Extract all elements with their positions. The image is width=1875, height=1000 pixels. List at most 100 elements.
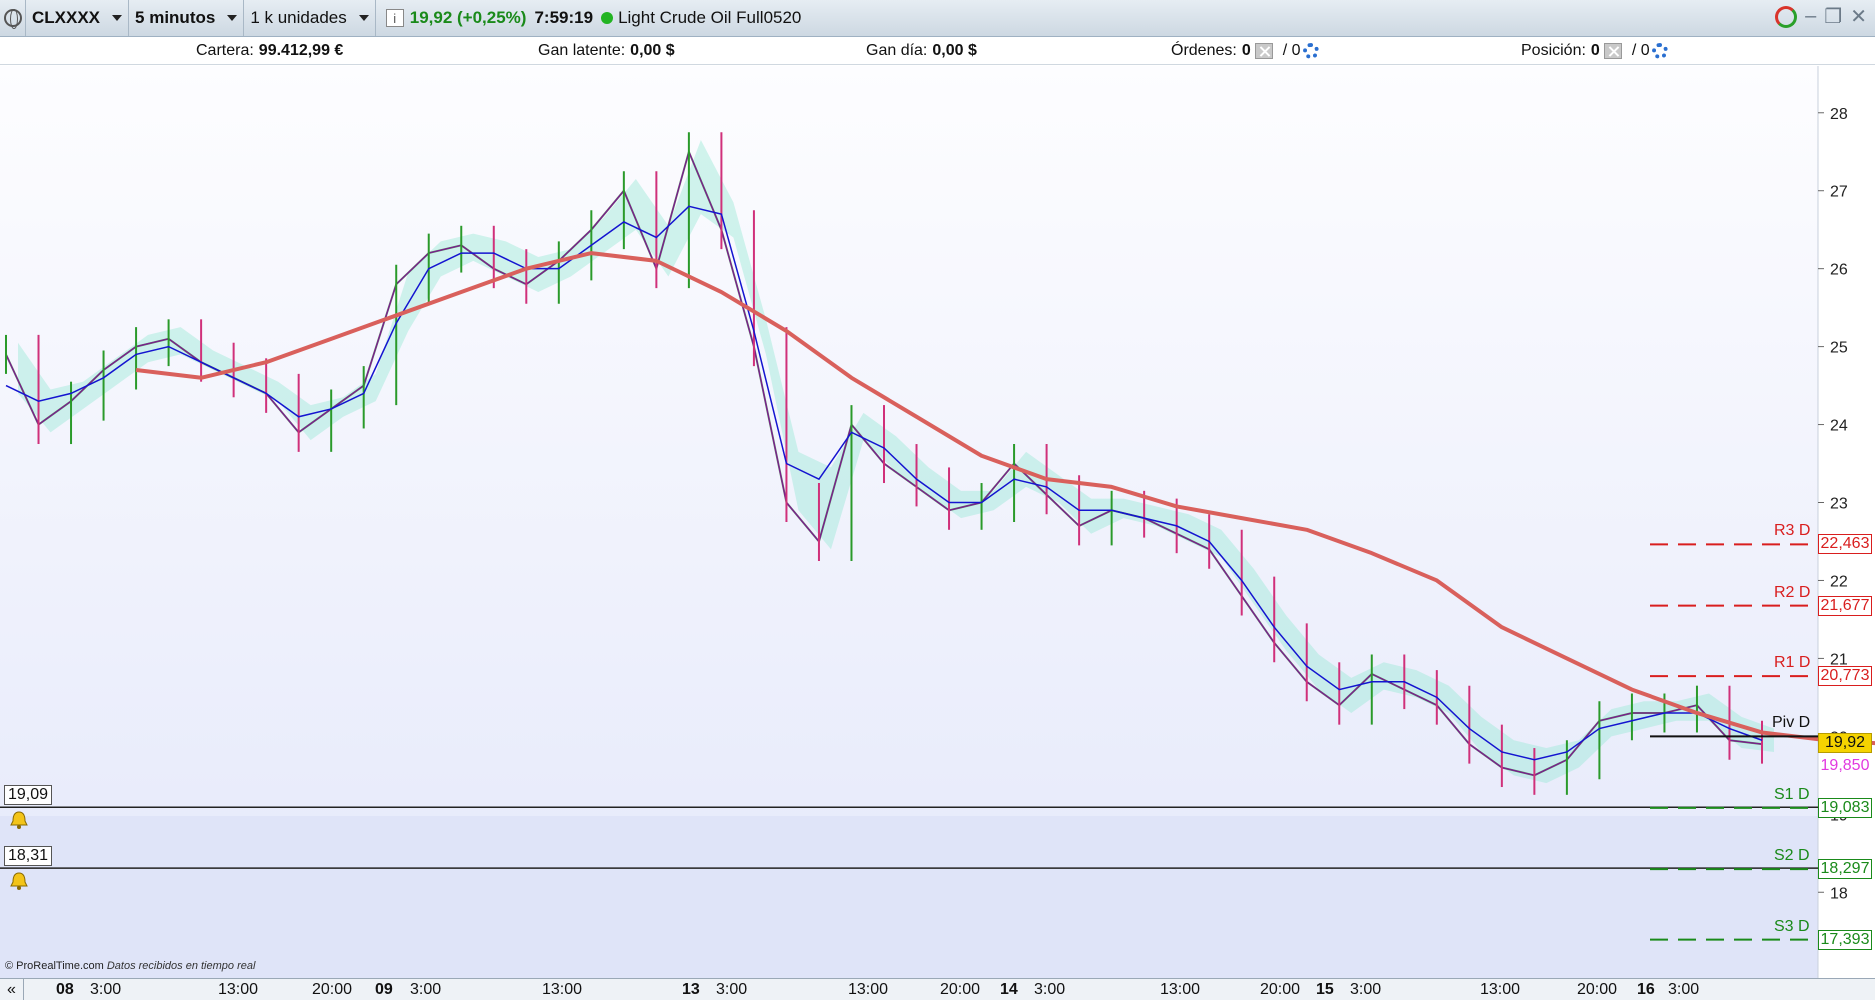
cancel-orders-icon[interactable] — [1254, 43, 1273, 59]
alert-level-tag[interactable]: 18,31 — [4, 846, 53, 867]
trading-app: CLXXXX 5 minutos 1 k unidades i 19,92 (+… — [0, 0, 1875, 1000]
gear-icon[interactable] — [1302, 43, 1319, 59]
time-axis-time-label: 3:00 — [410, 981, 442, 998]
portfolio-value: 99.412,99 € — [258, 42, 344, 59]
pivot-label: R1 D — [1774, 654, 1811, 672]
chevron-down-icon — [112, 15, 123, 21]
quote-time: 7:59:19 — [534, 8, 594, 27]
time-axis-time-label: 20:00 — [1577, 981, 1618, 998]
pivot-value-tag: 22,463 — [1818, 534, 1872, 555]
orders-label: Órdenes: — [1171, 42, 1237, 59]
time-axis-day-label: 09 — [375, 981, 393, 998]
time-axis[interactable]: « 08 3:00 13:00 20:00 09 3:00 13:00 13 3:00 13:00… — [0, 978, 1875, 1000]
daily-pl-value: 0,00 $ — [932, 42, 977, 59]
y-tick-label: 24 — [1830, 418, 1848, 435]
account-bar: Cartera: 99.412,99 € Gan latente: 0,00 $… — [0, 37, 1875, 65]
unrealized-pl-label: Gan latente: — [538, 42, 626, 59]
unrealized-pl-info: Gan latente: 0,00 $ — [538, 42, 675, 60]
position-total: / 0 — [1631, 42, 1650, 59]
close-position-icon[interactable] — [1603, 43, 1622, 59]
pivot-value-tag: 20,773 — [1818, 666, 1872, 687]
orders-count: 0 — [1241, 42, 1251, 59]
chart-canvas[interactable]: 1819202122232425262728 — [0, 66, 1875, 978]
globe-icon — [3, 9, 22, 29]
sync-icon[interactable] — [1775, 5, 1798, 28]
time-axis-time-label: 13:00 — [218, 981, 259, 998]
portfolio-label: Cartera: — [196, 42, 254, 59]
bell-icon[interactable] — [8, 871, 30, 891]
unrealized-pl-value: 0,00 $ — [630, 42, 675, 59]
gear-icon[interactable] — [1651, 43, 1668, 59]
timeframe-label: 5 minutos — [135, 8, 216, 27]
market-status-icon — [601, 12, 614, 24]
symbol-dropdown[interactable]: CLXXXX — [26, 0, 130, 36]
time-axis-time-label: 3:00 — [716, 981, 748, 998]
scroll-left-button[interactable]: « — [0, 979, 24, 1000]
minimize-button[interactable]: – — [1805, 5, 1816, 28]
secondary-price-tag: 19,850 — [1820, 757, 1870, 775]
time-axis-time-label: 13:00 — [1160, 981, 1201, 998]
bell-icon[interactable] — [8, 810, 30, 830]
y-tick-label: 18 — [1830, 885, 1848, 902]
pivot-label: Piv D — [1772, 714, 1811, 732]
toolbar: CLXXXX 5 minutos 1 k unidades i 19,92 (+… — [0, 0, 1875, 37]
time-axis-time-label: 3:00 — [1034, 981, 1066, 998]
pivot-value-tag: 21,677 — [1818, 595, 1872, 616]
units-label: 1 k unidades — [250, 8, 347, 27]
orders-total: / 0 — [1282, 42, 1301, 59]
time-axis-day-label: 08 — [56, 981, 74, 998]
time-axis-time-label: 20:00 — [312, 981, 353, 998]
data-source-note: © ProRealTime.com Datos recibidos en tie… — [5, 960, 255, 972]
time-axis-time-label: 3:00 — [1668, 981, 1700, 998]
restore-button[interactable]: ❐ — [1824, 4, 1842, 29]
units-dropdown[interactable]: 1 k unidades — [244, 0, 376, 36]
y-tick-label: 25 — [1830, 340, 1848, 357]
daily-pl-info: Gan día: 0,00 $ — [866, 42, 977, 60]
pivot-label: S1 D — [1774, 785, 1810, 803]
time-axis-day-label: 16 — [1637, 981, 1655, 998]
alert-zone — [0, 816, 1818, 978]
chevron-down-icon — [358, 15, 369, 21]
y-tick-label: 23 — [1830, 496, 1848, 513]
time-axis-day-label: 13 — [682, 981, 700, 998]
copyright-text: © ProRealTime.com — [5, 960, 104, 972]
time-axis-time-label: 13:00 — [542, 981, 583, 998]
pivot-label: R2 D — [1774, 583, 1811, 601]
pivot-label: R3 D — [1774, 522, 1811, 540]
price-chart[interactable]: 1819202122232425262728 19,0918,31 R3 D22… — [0, 66, 1875, 978]
time-axis-time-label: 20:00 — [940, 981, 981, 998]
price-axis: 1819202122232425262728 — [1818, 106, 1848, 902]
pivot-value-tag: 18,297 — [1818, 859, 1872, 880]
globe-button[interactable] — [0, 0, 26, 36]
position-count: 0 — [1590, 42, 1600, 59]
alert-level-tag[interactable]: 19,09 — [4, 785, 53, 806]
time-axis-day-label: 15 — [1316, 981, 1334, 998]
pivot-label: S2 D — [1774, 847, 1810, 865]
time-axis-time-label: 20:00 — [1260, 981, 1301, 998]
chevron-down-icon — [227, 15, 238, 21]
realtime-text: Datos recibidos en tiempo real — [106, 960, 256, 972]
portfolio-info: Cartera: 99.412,99 € — [196, 42, 343, 60]
pivot-value-tag: 19,083 — [1818, 797, 1872, 818]
close-button[interactable]: ✕ — [1850, 4, 1867, 29]
info-icon[interactable]: i — [385, 9, 404, 27]
window-controls: – ❐ ✕ — [1775, 4, 1867, 29]
quote-info: i 19,92 (+0,25%) 7:59:19 Light Crude Oil… — [376, 0, 808, 36]
bell-clapper — [17, 825, 21, 830]
pivot-label: S3 D — [1774, 917, 1810, 935]
time-axis-time-label: 13:00 — [1480, 981, 1521, 998]
time-axis-time-label: 3:00 — [90, 981, 122, 998]
y-tick-label: 26 — [1830, 262, 1848, 279]
bell-clapper — [17, 886, 21, 891]
pivot-value-tag: 17,393 — [1818, 929, 1872, 950]
y-tick-label: 28 — [1830, 106, 1848, 123]
time-axis-time-label: 13:00 — [848, 981, 889, 998]
bell-body — [10, 872, 28, 887]
daily-pl-label: Gan día: — [866, 42, 928, 59]
timeframe-dropdown[interactable]: 5 minutos — [129, 0, 245, 36]
time-axis-day-label: 14 — [1000, 981, 1018, 998]
position-label: Posición: — [1521, 42, 1586, 59]
time-axis-time-label: 3:00 — [1350, 981, 1382, 998]
symbol-label: CLXXXX — [32, 8, 101, 27]
y-tick-label: 27 — [1830, 184, 1848, 201]
